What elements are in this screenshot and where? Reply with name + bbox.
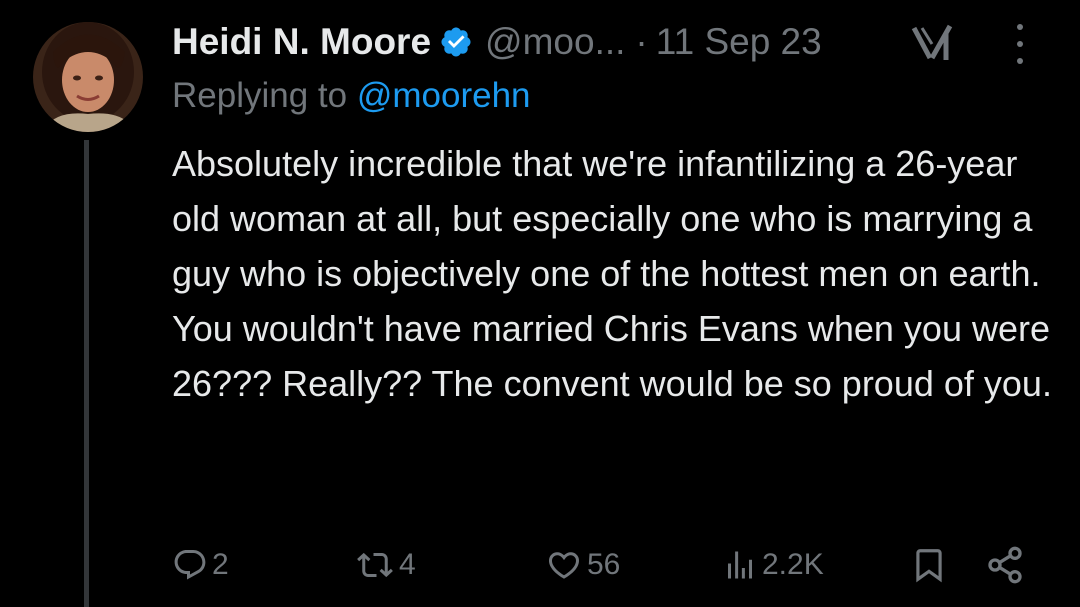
verified-badge-icon	[439, 25, 473, 59]
share-button[interactable]	[985, 540, 1025, 590]
separator-dot: ·	[635, 21, 648, 62]
avatar[interactable]	[33, 22, 143, 132]
reply-button[interactable]: 2	[172, 540, 229, 590]
more-dot	[1017, 58, 1023, 64]
like-icon	[548, 552, 580, 579]
repost-count: 4	[399, 548, 416, 581]
timestamp[interactable]: 11 Sep 23	[656, 21, 822, 63]
repost-button[interactable]: 4	[355, 540, 416, 590]
replying-mention-link[interactable]: @moorehn	[357, 76, 531, 115]
views-button[interactable]: 2.2K	[722, 540, 824, 590]
bookmark-icon	[916, 549, 942, 583]
bookmark-button[interactable]	[910, 540, 948, 590]
share-icon	[988, 546, 1022, 584]
reply-icon	[174, 550, 206, 580]
repost-icon	[357, 552, 393, 578]
more-dot	[1017, 24, 1023, 30]
avatar-image	[33, 22, 143, 132]
reply-count: 2	[212, 548, 229, 581]
like-button[interactable]: 56	[545, 540, 620, 590]
tweet-text: Absolutely incredible that we're infanti…	[172, 143, 1052, 404]
views-icon	[728, 551, 752, 579]
replying-to: Replying to @moorehn	[172, 76, 531, 116]
views-count: 2.2K	[762, 548, 824, 581]
thread-line	[84, 140, 89, 607]
more-icon[interactable]	[1005, 24, 1035, 64]
replying-prefix: Replying to	[172, 76, 357, 115]
like-count: 56	[587, 548, 621, 581]
more-dot	[1017, 41, 1023, 47]
grok-icon[interactable]	[910, 22, 956, 64]
display-name[interactable]: Heidi N. Moore	[172, 21, 431, 63]
handle[interactable]: @moo...	[485, 21, 625, 63]
